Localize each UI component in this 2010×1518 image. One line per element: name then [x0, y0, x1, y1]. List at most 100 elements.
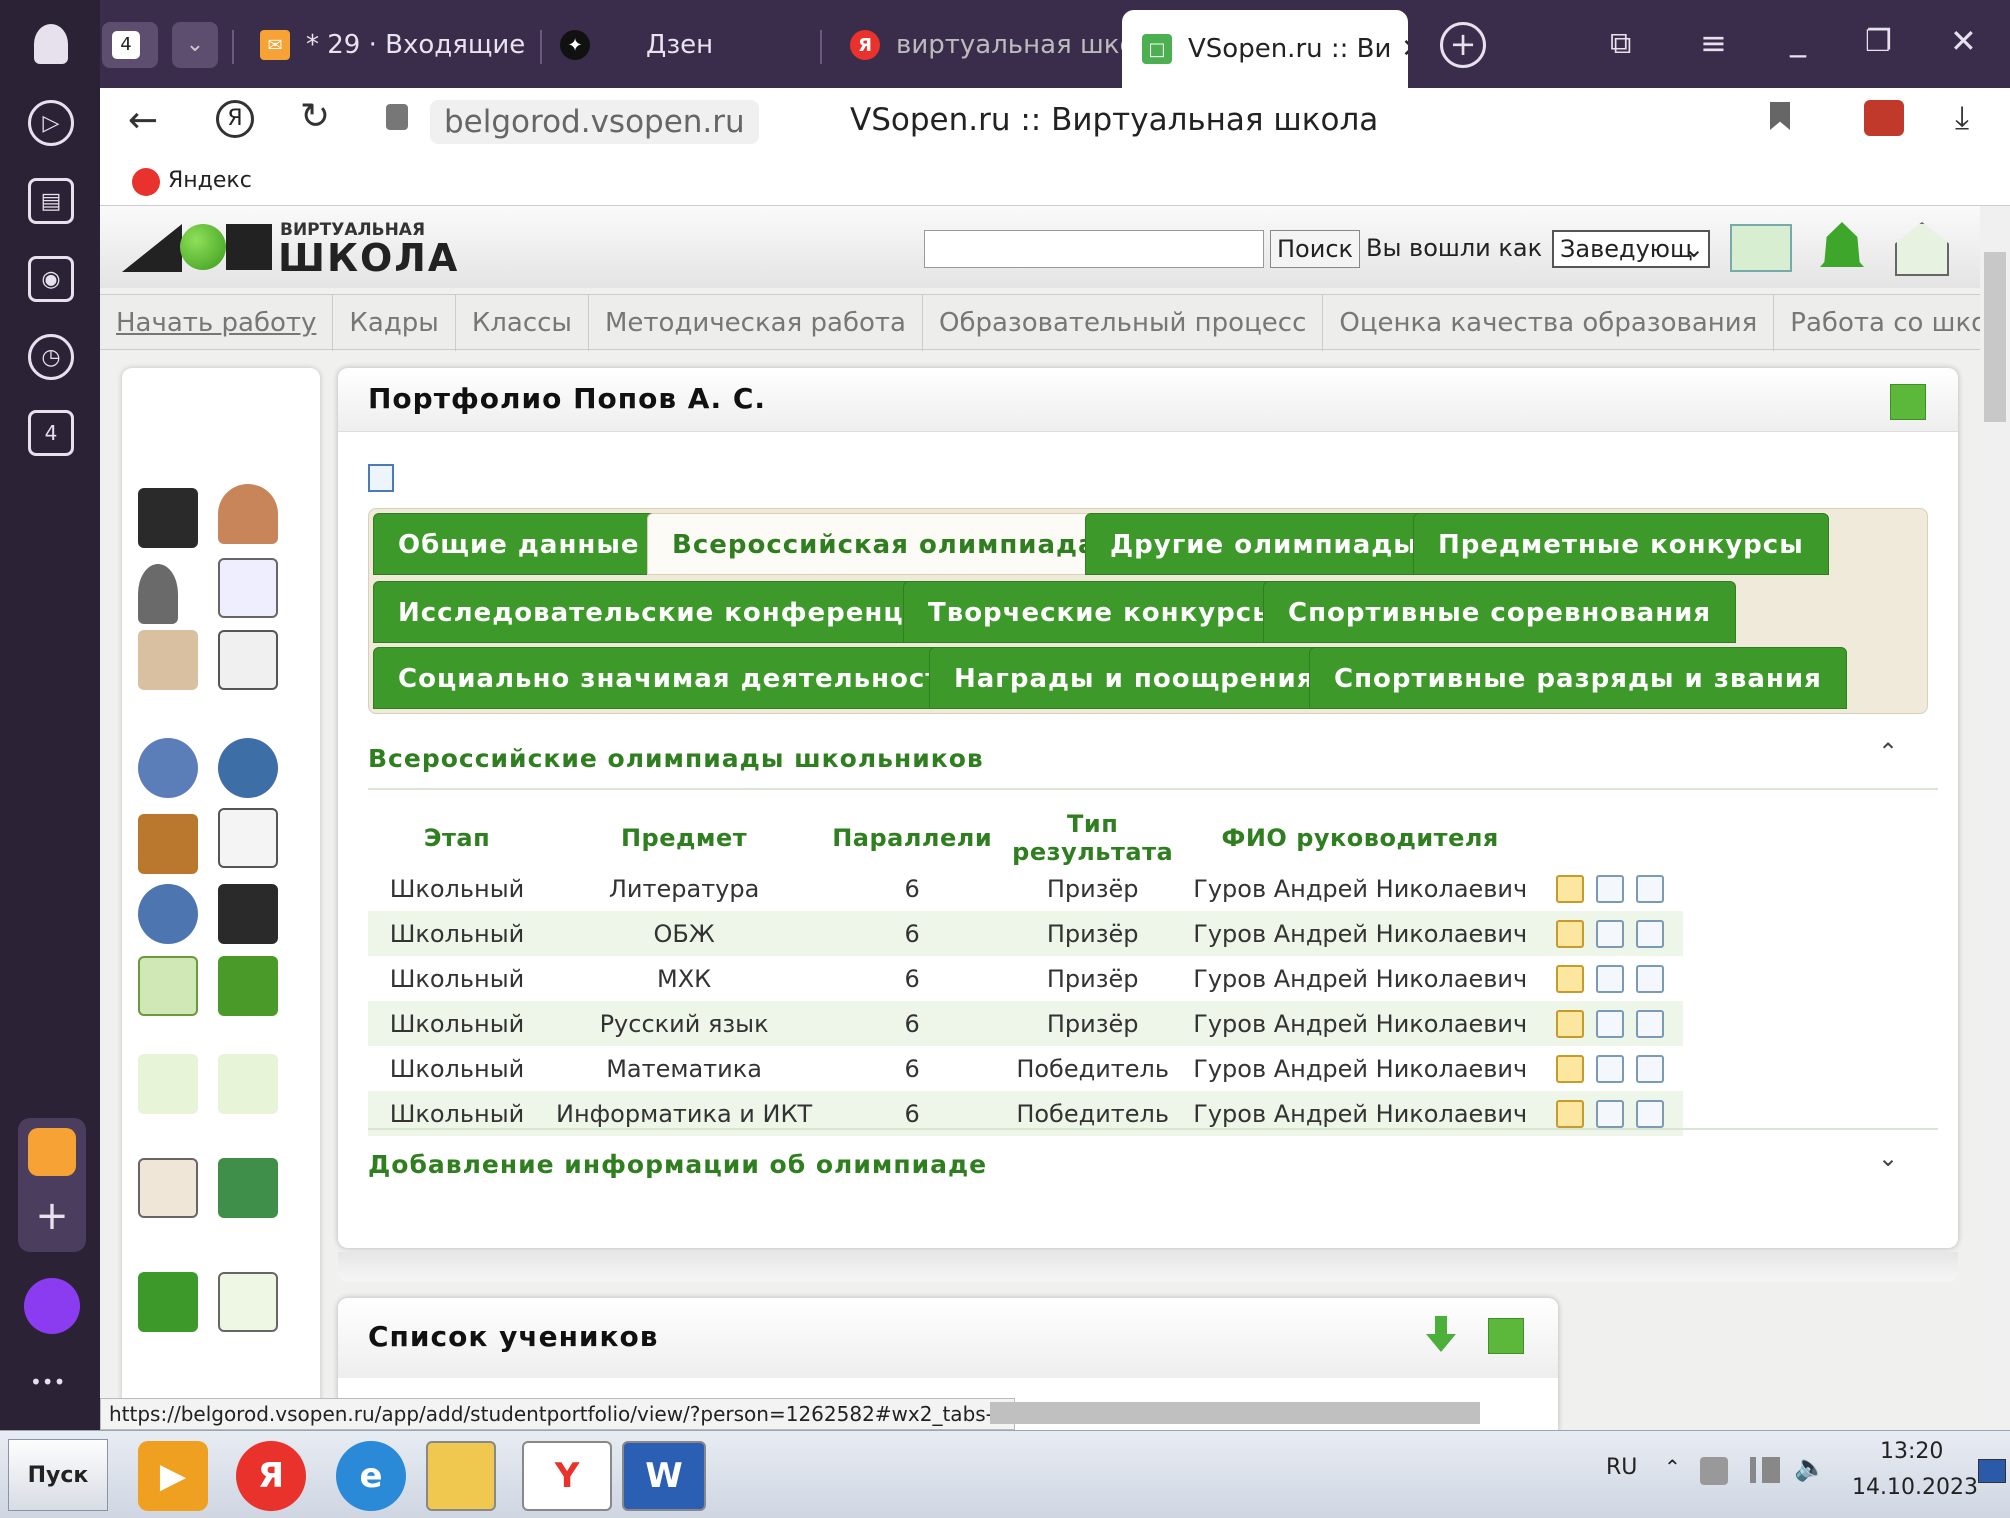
- menu-start[interactable]: Начать работу: [100, 295, 334, 351]
- view-document-icon[interactable]: [1596, 874, 1625, 903]
- tab-vsopen[interactable]: □ VSopen.ru :: Ви ✕: [1122, 10, 1408, 88]
- group-icon[interactable]: [138, 738, 198, 798]
- delete-record-icon[interactable]: [1636, 874, 1665, 903]
- extension-icon[interactable]: [1864, 100, 1904, 136]
- tab-mail[interactable]: ✉ * 29 · Входящие: [260, 12, 600, 78]
- menu-methodical[interactable]: Методическая работа: [589, 295, 923, 351]
- yandex-browser-icon[interactable]: Я: [236, 1441, 306, 1511]
- volume-icon[interactable]: 🔈: [1794, 1453, 1826, 1483]
- menu-school[interactable]: Работа со школой: [1774, 295, 1980, 351]
- view-document-icon[interactable]: [1596, 1009, 1625, 1038]
- edit-icon[interactable]: [1556, 1054, 1585, 1083]
- internet-explorer-icon[interactable]: e: [336, 1441, 406, 1511]
- close-tab-icon[interactable]: ✕: [1401, 34, 1408, 64]
- timetable-icon[interactable]: [218, 884, 278, 944]
- yandex-home-icon[interactable]: Я: [216, 100, 254, 138]
- desk-icon[interactable]: [138, 814, 198, 874]
- teacher-icon[interactable]: [218, 484, 278, 544]
- minimize-icon[interactable]: _: [1790, 20, 1806, 58]
- bookmark-yandex[interactable]: Яндекс: [168, 168, 252, 193]
- yandex-taskbar-icon[interactable]: Y: [522, 1441, 612, 1511]
- delete-record-icon[interactable]: [1636, 1099, 1665, 1128]
- chart-report-icon[interactable]: [368, 464, 394, 492]
- view-document-icon[interactable]: [1596, 1054, 1625, 1083]
- restore-icon[interactable]: ❐: [1865, 24, 1892, 59]
- chevron-down-icon[interactable]: ⌄: [172, 22, 218, 68]
- tab-all-russian-olympiad[interactable]: Всероссийская олимпиада: [647, 513, 1122, 575]
- view-document-icon[interactable]: [1596, 964, 1625, 993]
- class-list-icon[interactable]: [218, 808, 278, 868]
- show-desktop-icon[interactable]: [1978, 1459, 2006, 1483]
- notifications-bell-icon[interactable]: [1820, 222, 1864, 267]
- scroll-thumb[interactable]: [1984, 252, 2006, 422]
- menu-classes[interactable]: Классы: [456, 295, 589, 351]
- delete-record-icon[interactable]: [1636, 919, 1665, 948]
- edit-icon[interactable]: [1556, 1009, 1585, 1038]
- tab-sports-ranks[interactable]: Спортивные разряды и звания: [1309, 647, 1847, 709]
- hierarchy-icon[interactable]: [218, 738, 278, 798]
- tab-subject-contests[interactable]: Предметные конкурсы: [1413, 513, 1829, 575]
- horizontal-scrollbar[interactable]: [990, 1402, 1480, 1424]
- tray-expand-icon[interactable]: ⌃: [1664, 1455, 1681, 1479]
- maximize-icon[interactable]: [1890, 384, 1926, 420]
- bookmark-icon[interactable]: [1770, 102, 1790, 130]
- tab-research-conferences[interactable]: Исследовательские конференции: [373, 581, 968, 643]
- new-tab-icon[interactable]: +: [1440, 22, 1486, 68]
- screenshot-icon[interactable]: ◉: [28, 256, 74, 302]
- staff-list-icon[interactable]: [218, 558, 278, 618]
- tab-list-icon[interactable]: ⧉: [1610, 26, 1631, 61]
- close-window-icon[interactable]: ✕: [1950, 22, 1977, 60]
- play-icon[interactable]: ▷: [28, 100, 74, 146]
- schedule-clock-icon[interactable]: [218, 630, 278, 690]
- word-icon[interactable]: W: [622, 1441, 706, 1511]
- media-player-icon[interactable]: ▶: [138, 1441, 208, 1511]
- clock-time[interactable]: 13:20: [1880, 1439, 1943, 1464]
- back-icon[interactable]: ←: [128, 100, 158, 141]
- menu-icon[interactable]: ≡: [1700, 24, 1727, 62]
- history-icon[interactable]: ◷: [28, 334, 74, 380]
- students-icon[interactable]: [138, 884, 198, 944]
- add-person-icon[interactable]: [138, 564, 178, 624]
- reload-icon[interactable]: ↻: [300, 96, 330, 137]
- tab-other-olympiads[interactable]: Другие олимпиады: [1085, 513, 1443, 575]
- edit-icon[interactable]: [1556, 1099, 1585, 1128]
- signal-icon[interactable]: [1750, 1457, 1780, 1483]
- tabs-count-icon[interactable]: 4: [28, 410, 74, 456]
- music-pen-icon[interactable]: [218, 1054, 278, 1114]
- delete-record-icon[interactable]: [1636, 1009, 1665, 1038]
- view-document-icon[interactable]: [1596, 919, 1625, 948]
- profile-icon[interactable]: [34, 24, 68, 64]
- menu-quality[interactable]: Оценка качества образования: [1323, 295, 1775, 351]
- tab-awards[interactable]: Награды и поощрения: [929, 647, 1340, 709]
- green-book-icon[interactable]: [138, 1272, 198, 1332]
- collapse-chevron-icon[interactable]: ⌃: [1878, 738, 1898, 766]
- view-document-icon[interactable]: [1596, 1099, 1625, 1128]
- alice-icon[interactable]: [24, 1278, 80, 1334]
- spelling-pen-icon[interactable]: [138, 1054, 198, 1114]
- inbox-icon[interactable]: [1895, 222, 1949, 276]
- edit-icon[interactable]: [1556, 919, 1585, 948]
- collections-icon[interactable]: ▤: [28, 178, 74, 224]
- journal-icon[interactable]: [218, 956, 278, 1016]
- tab-zen[interactable]: ✦ Дзен: [560, 12, 800, 78]
- calendar-icon[interactable]: [138, 956, 198, 1016]
- olympiads-section-title[interactable]: Всероссийские олимпиады школьников: [368, 744, 984, 773]
- language-indicator[interactable]: RU: [1606, 1455, 1637, 1480]
- messages-icon[interactable]: [1730, 224, 1792, 272]
- downloads-icon[interactable]: ⤓: [1955, 98, 1969, 137]
- vertical-scrollbar[interactable]: [1980, 206, 2010, 1430]
- tab-social-activity[interactable]: Социально значимая деятельность: [373, 647, 984, 709]
- more-icon[interactable]: •••: [30, 1370, 65, 1394]
- edit-icon[interactable]: [1556, 874, 1585, 903]
- add-app-icon[interactable]: +: [28, 1192, 76, 1240]
- url-field[interactable]: belgorod.vsopen.ru: [430, 100, 759, 144]
- tab-counter-button[interactable]: 4: [102, 22, 158, 68]
- delete-record-icon[interactable]: [1636, 964, 1665, 993]
- expand-chevron-icon[interactable]: ⌄: [1878, 1144, 1898, 1172]
- role-select[interactable]: Заведующ ⌄: [1552, 230, 1710, 268]
- tab-general[interactable]: Общие данные: [373, 513, 665, 575]
- file-explorer-icon[interactable]: [426, 1441, 496, 1511]
- delete-record-icon[interactable]: [1636, 1054, 1665, 1083]
- clock-date[interactable]: 14.10.2023: [1852, 1475, 1978, 1500]
- search-button[interactable]: Поиск: [1270, 230, 1361, 268]
